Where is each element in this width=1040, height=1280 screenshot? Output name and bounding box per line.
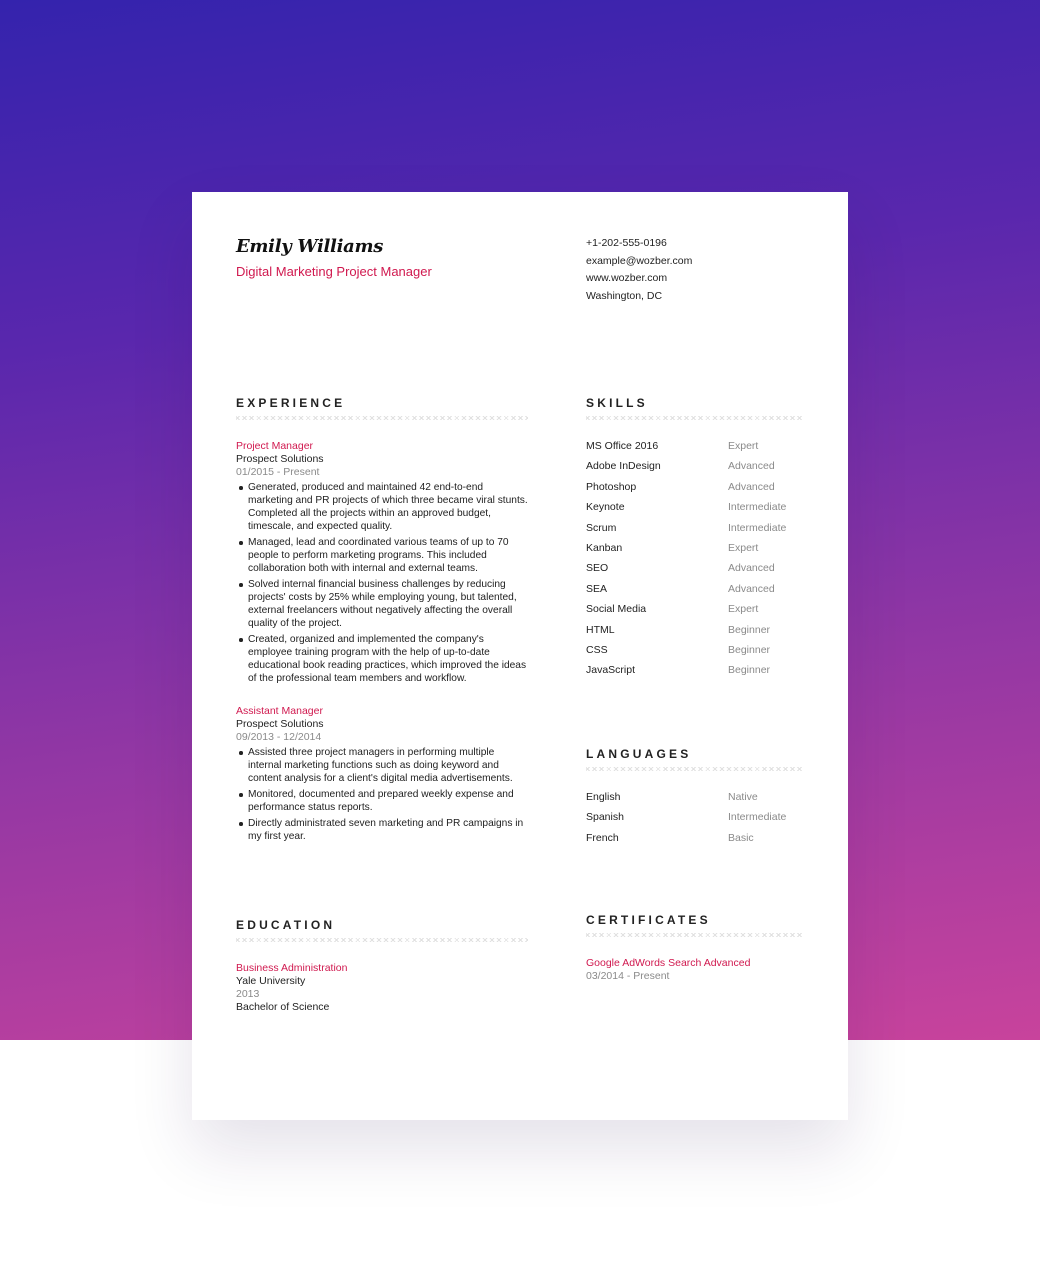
contact-location: Washington, DC [586,289,663,302]
skill-name: Adobe InDesign [586,460,661,473]
education-entry: Business Administration Yale University … [236,962,528,1014]
education-year: 2013 [236,988,260,1000]
skill-row: CSS Beginner [586,644,802,664]
language-level: Basic [728,831,754,844]
skill-name: CSS [586,643,608,656]
skill-level: Advanced [728,582,775,595]
job-dates: 09/2013 - 12/2014 [236,731,322,743]
job-bullets: Assisted three project managers in perfo… [236,746,528,843]
experience-heading: EXPERIENCE [236,396,346,410]
certificate-entry: Google AdWords Search Advanced 03/2014 -… [586,957,802,983]
skill-row: Adobe InDesign Advanced [586,460,802,480]
candidate-role: Digital Marketing Project Manager [236,264,432,279]
skill-name: Social Media [586,603,647,616]
job-bullet: Created, organized and implemented the c… [239,634,527,684]
skill-name: Keynote [586,501,625,514]
language-level: Native [728,791,758,803]
education-school: Yale University [236,975,306,987]
contact-website: www.wozber.com [586,272,668,284]
skills-divider [586,416,802,420]
education-section: EDUCATION Business Administration Yale U… [236,918,528,1014]
languages-section: LANGUAGES English Native Spanish Intermedi… [586,747,802,852]
skill-row: SEA Advanced [586,583,802,603]
education-degree: Business Administration [236,962,348,974]
education-heading: EDUCATION [236,918,336,932]
contact-email: example@wozber.com [586,254,693,267]
experience-divider [236,416,528,420]
skill-level: Advanced [728,480,775,493]
skill-name: SEA [586,582,608,595]
language-row: Spanish Intermediate [586,811,802,831]
language-name: Spanish [586,811,624,824]
certificates-divider [586,933,802,937]
skill-level: Expert [728,603,759,616]
education-divider [236,938,528,942]
job-bullet: Assisted three project managers in perfo… [239,746,528,785]
job-bullet: Generated, produced and maintained 42 en… [239,482,528,532]
job-dates: 01/2015 - Present [236,466,320,478]
skill-row: SEO Advanced [586,562,802,582]
language-level: Intermediate [728,811,787,824]
languages-heading: LANGUAGES [586,747,692,761]
certificates-heading: CERTIFICATES [586,913,711,927]
language-row: English Native [586,791,802,811]
job-title: Assistant Manager [236,705,323,717]
skill-level: Beginner [728,664,771,677]
job-entry-1: Project Manager Prospect Solutions 01/20… [236,440,528,685]
skill-level: Expert [728,541,759,554]
skill-name: MS Office 2016 [586,440,659,452]
skill-row: Photoshop Advanced [586,481,802,501]
contact-info: +1-202-555-0196 example@wozber.com www.w… [586,235,692,305]
job-company: Prospect Solutions [236,453,324,465]
skill-level: Intermediate [728,521,787,534]
language-name: French [586,831,619,844]
job-bullets: Generated, produced and maintained 42 en… [236,481,528,685]
skill-name: Photoshop [586,480,637,493]
skills-list: MS Office 2016 Expert Adobe InDesign Advan… [586,440,802,685]
candidate-name: Emily Williams [236,236,384,257]
skill-row: JavaScript Beginner [586,664,802,684]
skill-row: Social Media Expert [586,603,802,623]
skills-heading: SKILLS [586,396,648,410]
skills-section: SKILLS MS Office 2016 Expert Adobe InDesi… [586,396,802,685]
skill-row: Keynote Intermediate [586,501,802,521]
contact-phone: +1-202-555-0196 [586,237,667,249]
job-entry-2: Assistant Manager Prospect Solutions 09/… [236,705,528,843]
skill-name: Kanban [586,541,623,554]
skill-level: Beginner [728,643,771,656]
skill-row: Scrum Intermediate [586,522,802,542]
language-name: English [586,791,621,803]
job-title: Project Manager [236,440,314,452]
skill-level: Beginner [728,623,771,636]
certificate-dates: 03/2014 - Present [586,970,670,982]
skill-level: Advanced [728,562,775,575]
skill-row: HTML Beginner [586,624,802,644]
job-bullet: Managed, lead and coordinated various te… [239,536,528,575]
skill-row: MS Office 2016 Expert [586,440,802,460]
resume-page: Emily Williams Digital Marketing Project… [192,192,848,1120]
languages-divider [586,767,802,771]
job-bullet: Monitored, documented and prepared weekl… [239,788,528,814]
language-row: French Basic [586,832,802,852]
skill-name: Scrum [586,521,617,534]
job-company: Prospect Solutions [236,718,324,730]
certificate-name: Google AdWords Search Advanced [586,957,751,969]
skill-level: Intermediate [728,501,787,514]
job-bullet: Directly administrated seven marketing a… [239,817,528,843]
skill-row: Kanban Expert [586,542,802,562]
skill-name: SEO [586,562,609,575]
skill-level: Expert [728,440,759,452]
job-bullet: Solved internal financial business chall… [239,578,528,630]
languages-list: English Native Spanish Intermediate French… [586,791,802,852]
skill-level: Advanced [728,460,775,473]
skill-name: JavaScript [586,664,636,677]
education-level: Bachelor of Science [236,1001,330,1013]
skill-name: HTML [586,623,615,636]
experience-section: EXPERIENCE Project Manager Prospect Solu… [236,396,528,846]
certificates-section: CERTIFICATES Google AdWords Search Advan… [586,913,802,983]
